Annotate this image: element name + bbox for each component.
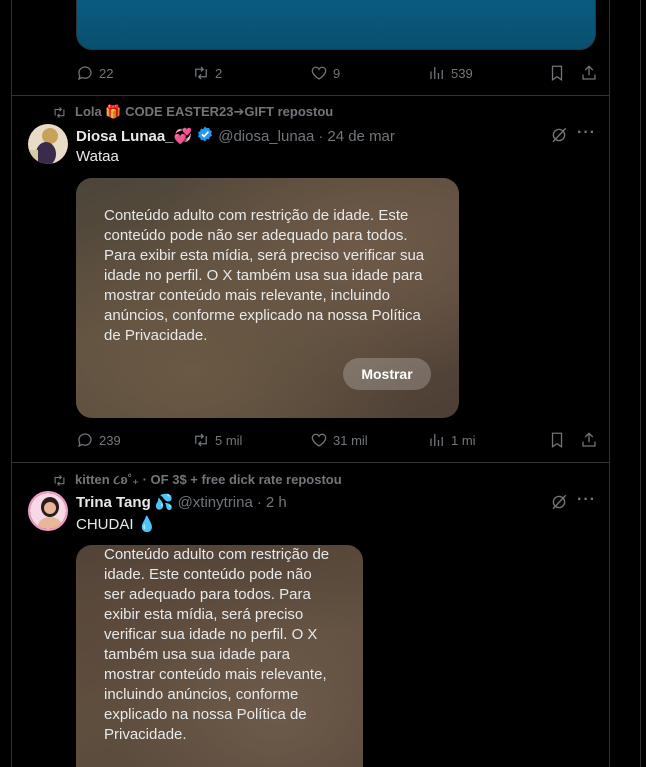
- heart-icon: [311, 433, 327, 447]
- timeline-feed: 22 2 9 539 Lola 🎁 CODE EASTER23➔GIFT rep…: [11, 0, 610, 767]
- tweet-text: CHUDAI 💧: [76, 516, 157, 533]
- share-icon[interactable]: [580, 431, 598, 449]
- verified-badge-icon[interactable]: [196, 125, 214, 147]
- user-handle[interactable]: @diosa_lunaa: [218, 128, 314, 145]
- repost-context[interactable]: kitten ૮ʚ˚₊ · OF 3$ + free dick rate rep…: [52, 472, 342, 488]
- timestamp[interactable]: 2 h: [266, 494, 287, 511]
- sensitive-media[interactable]: Conteúdo adulto com restrição de idade. …: [76, 178, 459, 418]
- repost-icon: [195, 66, 207, 80]
- views-icon: [430, 434, 443, 446]
- grok-icon[interactable]: [550, 126, 568, 149]
- like-button[interactable]: 9: [310, 64, 428, 82]
- more-options-icon[interactable]: ···: [577, 491, 596, 509]
- display-name[interactable]: Trina Tang 💦: [76, 493, 174, 511]
- tweet[interactable]: Lola 🎁 CODE EASTER23➔GIFT repostou Diosa…: [12, 96, 609, 463]
- sensitive-media[interactable]: Conteúdo adulto com restrição de idade. …: [76, 545, 363, 767]
- share-icon[interactable]: [580, 64, 598, 82]
- tweet-media[interactable]: [76, 0, 596, 50]
- sidebar-edge: [640, 0, 646, 767]
- views-icon: [430, 67, 443, 79]
- reply-icon: [78, 433, 92, 448]
- reply-count: 239: [99, 432, 121, 448]
- avatar[interactable]: [28, 124, 68, 164]
- reply-button[interactable]: 22: [76, 64, 192, 82]
- tweet-text: Wataa: [76, 148, 119, 165]
- reply-button[interactable]: 239: [76, 431, 192, 449]
- grok-icon[interactable]: [550, 493, 568, 516]
- tweet-header: Trina Tang 💦 @xtinytrina · 2 h: [76, 493, 287, 512]
- repost-count: 5 mil: [215, 432, 243, 448]
- tweet[interactable]: kitten ૮ʚ˚₊ · OF 3$ + free dick rate rep…: [12, 463, 609, 767]
- tweet-actions: 239 5 mil 31 mil 1 mi: [76, 429, 598, 451]
- like-button[interactable]: 31 mil: [310, 431, 428, 449]
- separator-dot: ·: [256, 493, 262, 511]
- heart-icon: [311, 66, 327, 80]
- repost-button[interactable]: 5 mil: [192, 431, 310, 449]
- repost-context-text: Lola 🎁 CODE EASTER23➔GIFT repostou: [75, 104, 334, 119]
- more-options-icon[interactable]: ···: [577, 124, 596, 142]
- tweet-header: Diosa Lunaa_💞 @diosa_lunaa · 24 de mar: [76, 125, 395, 147]
- user-handle[interactable]: @xtinytrina: [178, 494, 253, 511]
- sensitive-media-notice: Conteúdo adulto com restrição de idade. …: [104, 546, 330, 743]
- bookmark-icon[interactable]: [548, 64, 566, 82]
- repost-icon: [54, 106, 65, 118]
- reply-count: 22: [99, 65, 114, 81]
- tweet-actions: 22 2 9 539: [76, 62, 598, 84]
- repost-context[interactable]: Lola 🎁 CODE EASTER23➔GIFT repostou: [52, 104, 333, 120]
- display-name[interactable]: Diosa Lunaa_💞: [76, 127, 192, 145]
- views-button[interactable]: 539: [428, 64, 534, 82]
- repost-icon: [54, 474, 65, 486]
- views-count: 539: [451, 65, 473, 81]
- repost-button[interactable]: 2: [192, 64, 310, 82]
- repost-icon: [195, 433, 207, 447]
- separator-dot: ·: [318, 127, 324, 145]
- tweet-partial[interactable]: 22 2 9 539: [12, 0, 609, 96]
- views-count: 1 mi: [451, 432, 476, 448]
- repost-context-text: kitten ૮ʚ˚₊ · OF 3$ + free dick rate rep…: [75, 472, 342, 487]
- sensitive-media-notice: Conteúdo adulto com restrição de idade. …: [104, 207, 425, 344]
- repost-count: 2: [215, 65, 223, 81]
- like-count: 31 mil: [333, 432, 368, 448]
- bookmark-icon[interactable]: [548, 431, 566, 449]
- views-button[interactable]: 1 mi: [428, 431, 534, 449]
- like-count: 9: [333, 65, 341, 81]
- avatar[interactable]: [28, 491, 68, 531]
- show-media-button[interactable]: Mostrar: [343, 358, 431, 390]
- reply-icon: [78, 66, 92, 81]
- timestamp[interactable]: 24 de mar: [327, 128, 395, 145]
